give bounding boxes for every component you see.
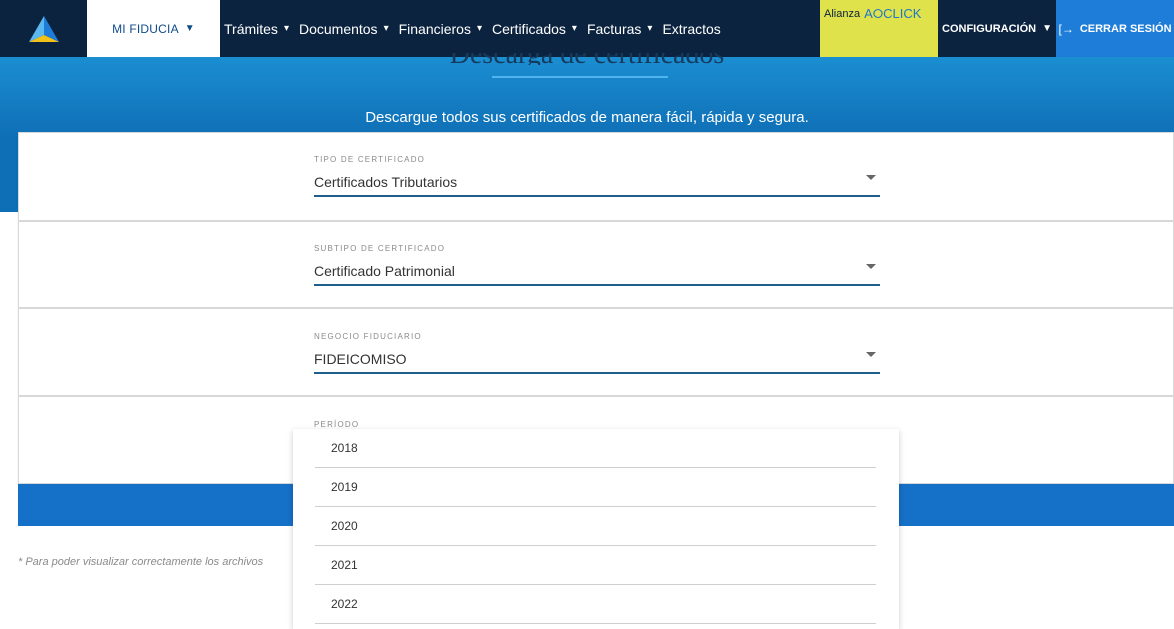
field-value: FIDEICOMISO — [314, 351, 407, 367]
chevron-down-icon: ▼ — [1042, 23, 1053, 34]
field-label: SUBTIPO DE CERTIFICADO — [314, 244, 446, 253]
configuracion-label: CONFIGURACIÓN — [942, 22, 1037, 35]
field-value: Certificados Tributarios — [314, 174, 458, 190]
menu-item-facturas[interactable]: Facturas ▾ — [587, 21, 653, 37]
alianza-logo[interactable] — [0, 0, 87, 57]
field-label: TIPO DE CERTIFICADO — [314, 155, 426, 164]
menu-item-financieros[interactable]: Financieros ▾ — [399, 21, 482, 37]
logout-icon: [→ — [1058, 21, 1074, 36]
tipo-certificado-card: TIPO DE CERTIFICADO Certificados Tributa… — [18, 132, 1174, 221]
page-subtitle: Descargue todos sus certificados de mane… — [365, 109, 809, 126]
subtipo-certificado-select[interactable]: SUBTIPO DE CERTIFICADO Certificado Patri… — [314, 244, 880, 286]
menu-item-certificados[interactable]: Certificados ▾ — [492, 21, 577, 37]
negocio-fiduciario-select[interactable]: NEGOCIO FIDUCIARIO FIDEICOMISO — [314, 332, 880, 374]
chevron-down-icon: ▾ — [476, 23, 482, 34]
cerrar-sesion-button[interactable]: [→ CERRAR SESIÓN — [1056, 0, 1174, 57]
field-label: NEGOCIO FIDUCIARIO — [314, 332, 422, 341]
chevron-down-icon: ▼ — [184, 23, 195, 34]
subtipo-certificado-card: SUBTIPO DE CERTIFICADO Certificado Patri… — [18, 221, 1174, 308]
field-underline — [314, 284, 880, 286]
periodo-option[interactable]: 2018 — [315, 429, 876, 468]
periodo-option[interactable]: 2022 — [315, 585, 876, 624]
field-underline — [314, 372, 880, 374]
menu-label: Financieros — [398, 20, 471, 37]
hero-side-strip — [0, 137, 18, 212]
menu-item-tramites[interactable]: Trámites ▾ — [224, 21, 289, 37]
negocio-fiduciario-card: NEGOCIO FIDUCIARIO FIDEICOMISO — [18, 308, 1174, 396]
dropdown-arrow-icon — [866, 175, 876, 180]
periodo-dropdown-menu: 2018 2019 2020 2021 2022 — [293, 429, 899, 629]
alianza-label: Alianza — [824, 8, 861, 20]
field-underline — [314, 195, 880, 197]
periodo-option[interactable]: 2019 — [315, 468, 876, 507]
menu-label: Extractos — [662, 20, 721, 37]
mi-fiducia-label: MI FIDUCIA — [112, 21, 179, 36]
tipo-certificado-select[interactable]: TIPO DE CERTIFICADO Certificados Tributa… — [314, 155, 880, 197]
configuracion-menu[interactable]: CONFIGURACIÓN ▼ — [942, 0, 1052, 57]
menu-label: Trámites — [224, 20, 278, 37]
menu-item-documentos[interactable]: Documentos ▾ — [299, 21, 389, 37]
dropdown-arrow-icon — [866, 264, 876, 269]
top-nav: MI FIDUCIA ▼ Trámites ▾ Documentos ▾ Finan… — [0, 0, 1174, 57]
menu-item-extractos[interactable]: Extractos — [662, 21, 720, 37]
main-menu: Trámites ▾ Documentos ▾ Financieros ▾ Certi… — [224, 0, 731, 57]
chevron-down-icon: ▾ — [283, 23, 289, 34]
menu-label: Certificados — [492, 20, 566, 37]
dropdown-arrow-icon — [866, 352, 876, 357]
aclick-label: A⭘CLICK — [864, 6, 922, 21]
periodo-option[interactable]: 2021 — [315, 546, 876, 585]
logo-icon — [28, 15, 59, 42]
footnote: * Para poder visualizar correctamente lo… — [18, 556, 264, 568]
chevron-down-icon: ▾ — [383, 23, 389, 34]
menu-label: Documentos — [298, 20, 378, 37]
title-underline — [492, 76, 668, 78]
alianza-click-link[interactable]: Alianza A⭘CLICK — [820, 0, 938, 57]
field-value: Certificado Patrimonial — [314, 263, 455, 279]
periodo-select[interactable]: PERÍODO — [314, 420, 880, 429]
menu-label: Facturas — [586, 20, 642, 37]
mi-fiducia-menu[interactable]: MI FIDUCIA ▼ — [87, 0, 220, 57]
cerrar-sesion-label: CERRAR SESIÓN — [1079, 22, 1172, 35]
hero-banner: Descarga de certificados Descargue todos… — [0, 53, 1174, 137]
field-label: PERÍODO — [314, 420, 360, 429]
periodo-option[interactable]: 2020 — [315, 507, 876, 546]
chevron-down-icon: ▾ — [647, 23, 653, 34]
page-title: Descarga de certificados — [0, 53, 1174, 65]
chevron-down-icon: ▾ — [571, 23, 577, 34]
